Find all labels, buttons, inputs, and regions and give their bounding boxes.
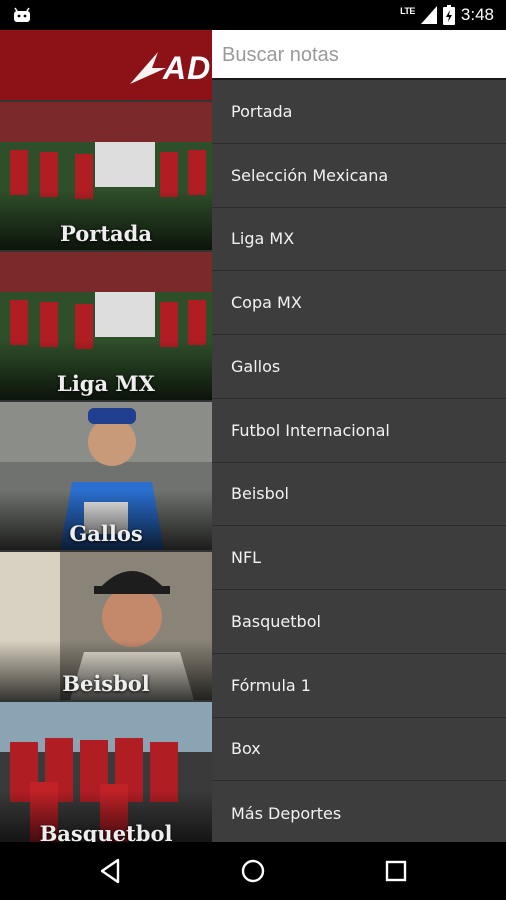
status-clock: 3:48 [460, 5, 494, 24]
tile-basquetbol[interactable]: Basquetbol [0, 702, 212, 842]
back-icon[interactable] [96, 856, 126, 886]
menu-item-mas-deportes[interactable]: Más Deportes [212, 781, 506, 842]
section-tiles: Portada Liga MX Gallos Beisbol Basquetbo… [0, 102, 212, 842]
search-box [212, 30, 506, 80]
android-icon [14, 7, 30, 22]
tile-label: Basquetbol [39, 821, 173, 842]
tile-liga-mx[interactable]: Liga MX [0, 252, 212, 400]
menu-item-portada[interactable]: Portada [212, 80, 506, 144]
app-content: ADR Portada [0, 30, 212, 842]
status-bar: LTE 3:48 [0, 0, 506, 30]
menu-item-liga-mx[interactable]: Liga MX [212, 208, 506, 272]
menu-item-formula-1[interactable]: Fórmula 1 [212, 654, 506, 718]
logo-swoosh-icon [130, 52, 166, 84]
menu-item-beisbol[interactable]: Beisbol [212, 463, 506, 527]
drawer-menu: Portada Selección Mexicana Liga MX Copa … [212, 80, 506, 842]
tile-beisbol[interactable]: Beisbol [0, 552, 212, 700]
battery-icon [442, 5, 455, 25]
tile-label: Liga MX [57, 371, 155, 396]
menu-item-basquetbol[interactable]: Basquetbol [212, 590, 506, 654]
tile-gallos[interactable]: Gallos [0, 402, 212, 550]
tile-portada[interactable]: Portada [0, 102, 212, 250]
system-nav-bar [0, 842, 506, 900]
navigation-drawer: Portada Selección Mexicana Liga MX Copa … [212, 30, 506, 842]
tile-label: Gallos [69, 521, 143, 546]
tile-label: Beisbol [62, 671, 150, 696]
menu-item-box[interactable]: Box [212, 718, 506, 782]
app-header: ADR [0, 30, 212, 100]
tile-label: Portada [60, 221, 152, 246]
recents-icon[interactable] [381, 856, 411, 886]
menu-item-nfl[interactable]: NFL [212, 526, 506, 590]
menu-item-futbol-internacional[interactable]: Futbol Internacional [212, 399, 506, 463]
lte-signal-icon [420, 6, 437, 24]
menu-item-copa-mx[interactable]: Copa MX [212, 271, 506, 335]
network-type-label: LTE [400, 6, 415, 16]
home-icon[interactable] [238, 856, 268, 886]
search-input[interactable] [212, 30, 506, 80]
app-logo: ADR [163, 50, 212, 86]
menu-item-seleccion-mexicana[interactable]: Selección Mexicana [212, 144, 506, 208]
menu-item-gallos[interactable]: Gallos [212, 335, 506, 399]
